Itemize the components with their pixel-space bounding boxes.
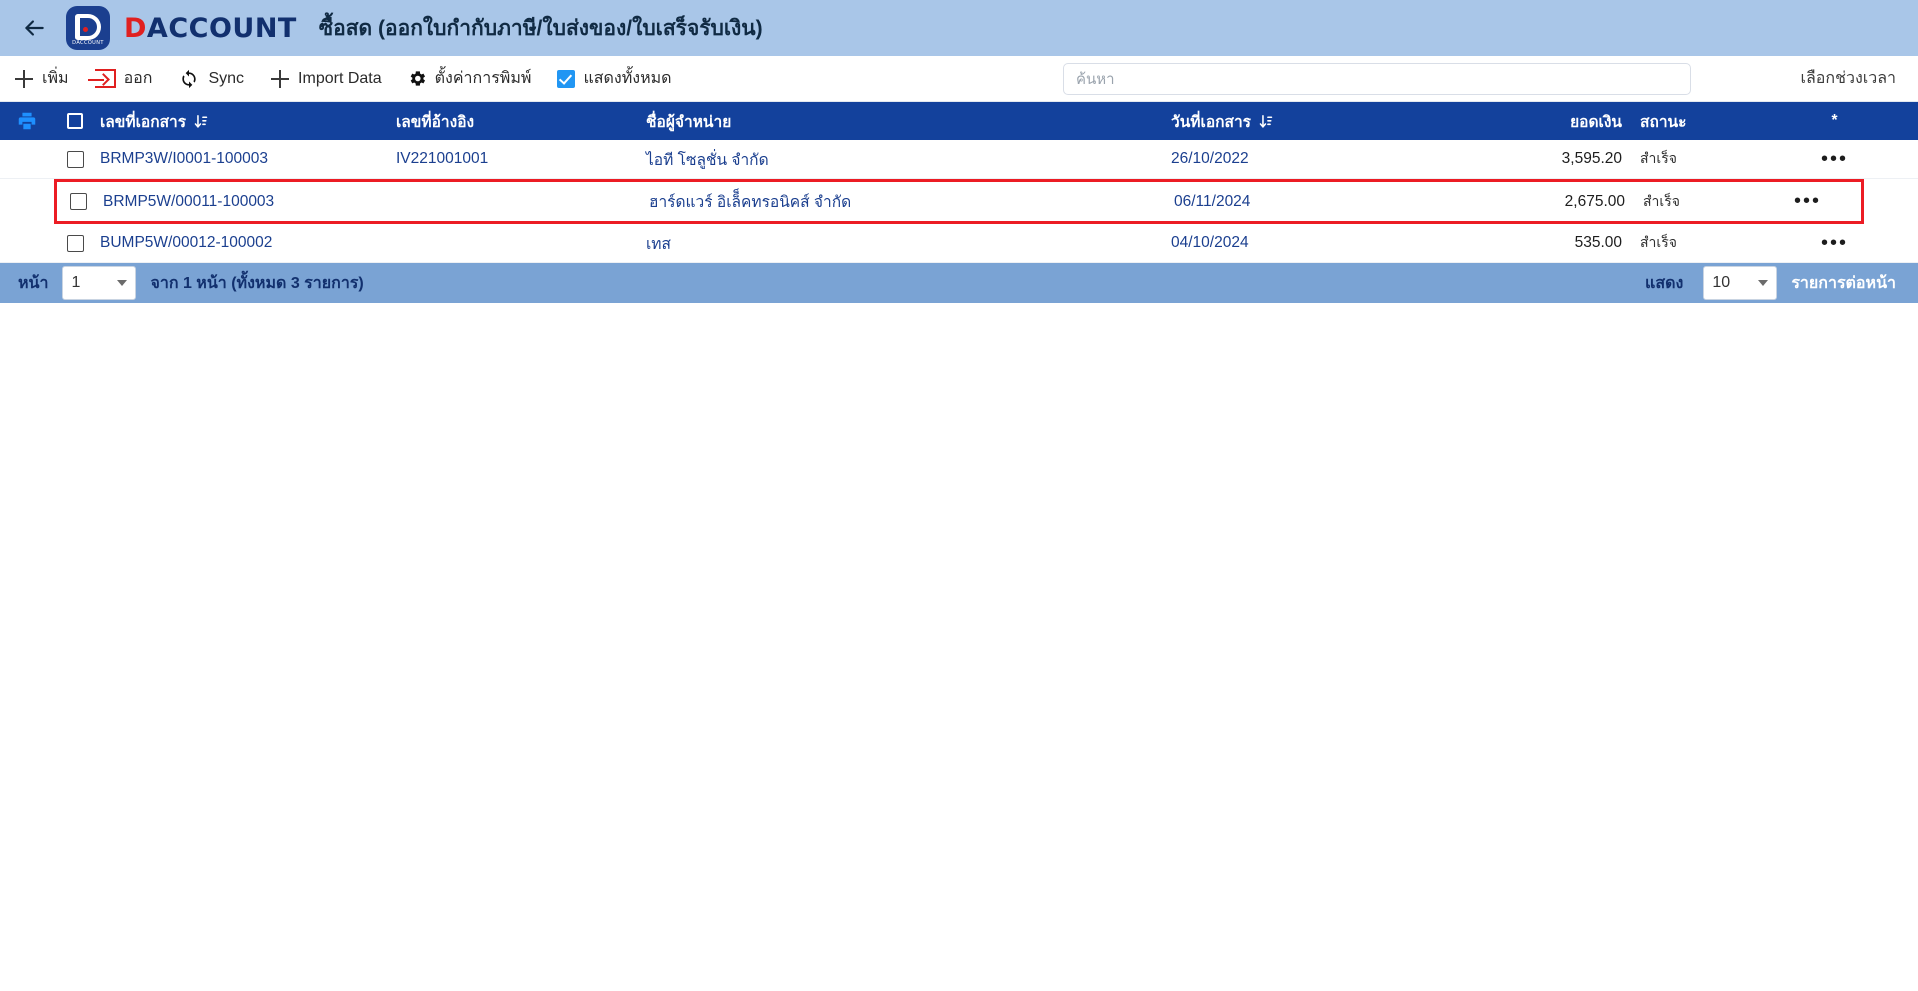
row-vendor: ฮาร์ดแวร์ อิเล็็คทรอนิคส์ จำกัด xyxy=(649,194,852,211)
export-button[interactable]: ออก xyxy=(87,66,153,91)
ref-no-column-header[interactable]: เลขที่อ้างอิง xyxy=(396,109,646,134)
row-status: สำเร็จ xyxy=(1640,150,1677,166)
pagination-bar: หน้า 1 จาก 1 หน้า (ทั้งหมด 3 รายการ) แสด… xyxy=(0,263,1918,303)
select-all-header[interactable] xyxy=(54,113,96,129)
more-options-icon: ••• xyxy=(1820,147,1848,170)
checkbox-checked-icon xyxy=(557,69,576,88)
table-row[interactable]: BUMP5W/00012-100002 เทส 04/10/2024 535.0… xyxy=(0,224,1918,263)
row-doc-no[interactable]: BRMP5W/00011-100003 xyxy=(99,193,399,211)
search-field-wrapper xyxy=(1063,63,1691,95)
row-actions-button[interactable]: ••• xyxy=(1754,191,1861,212)
row-select-cell[interactable] xyxy=(57,193,99,210)
import-data-button[interactable]: Import Data xyxy=(270,69,382,89)
print-column-header[interactable] xyxy=(0,110,54,132)
vendor-column-header[interactable]: ชื่อผู้จำหน่าย xyxy=(646,109,1171,134)
add-button[interactable]: เพิ่ม xyxy=(14,66,69,91)
more-options-icon: ••• xyxy=(1793,190,1821,212)
page-title: ซื้อสด (ออกใบกำกับภาษี/ใบส่งของ/ใบเสร็จร… xyxy=(318,16,763,40)
table-row[interactable]: BRMP3W/I0001-100003 IV221001001 ไอที โซล… xyxy=(0,140,1918,179)
row-checkbox[interactable] xyxy=(69,193,87,210)
rows-per-page-select[interactable]: 10 xyxy=(1703,266,1778,300)
doc-no-column-header[interactable]: เลขที่เอกสาร xyxy=(96,109,396,134)
brand-initial: D xyxy=(124,12,147,44)
print-settings-button[interactable]: ตั้งค่าการพิมพ์ xyxy=(408,66,532,91)
action-column-header: * xyxy=(1831,112,1838,129)
import-data-label: Import Data xyxy=(298,69,382,87)
export-button-label: ออก xyxy=(123,70,153,87)
table-header-row: เลขที่เอกสาร เลขที่อ้างอิง ชื่อผู้จำหน่า… xyxy=(0,102,1918,140)
show-all-checkbox[interactable]: แสดงทั้งหมด xyxy=(557,66,672,91)
sort-descending-icon xyxy=(1258,113,1275,130)
amount-column-header[interactable]: ยอดเงิน xyxy=(1436,109,1626,134)
plus-icon xyxy=(14,69,34,89)
logo-subtext: DACCOUNT xyxy=(72,40,104,46)
row-vendor: ไอที โซลูชั่น จำกัด xyxy=(646,151,769,169)
doc-date-header-label: วันที่เอกสาร xyxy=(1171,113,1251,131)
print-settings-label: ตั้งค่าการพิมพ์ xyxy=(434,70,532,87)
row-amount: 2,675.00 xyxy=(1564,192,1625,210)
row-doc-no[interactable]: BUMP5W/00012-100002 xyxy=(96,234,396,252)
show-all-label: แสดงทั้งหมด xyxy=(583,70,672,87)
gear-icon xyxy=(408,69,427,88)
row-doc-date: 06/11/2024 xyxy=(1174,192,1251,210)
row-select-cell[interactable] xyxy=(54,234,96,252)
row-amount: 3,595.20 xyxy=(1561,150,1622,167)
toolbar: เพิ่ม ออก Sync Import Data ตั้งค่าการพิม… xyxy=(0,56,1918,102)
app-header: DACCOUNT D ACCOUNT ซื้อสด (ออกใบกำกับภาษี… xyxy=(0,0,1918,56)
select-all-checkbox[interactable] xyxy=(67,113,83,129)
row-highlight-outline: BRMP5W/00011-100003 ฮาร์ดแวร์ อิเล็็คทรอ… xyxy=(54,179,1864,224)
pagination-summary: จาก 1 หน้า (ทั้งหมด 3 รายการ) xyxy=(150,274,364,292)
sync-button[interactable]: Sync xyxy=(178,69,244,89)
row-status: สำเร็จ xyxy=(1640,234,1677,250)
export-icon xyxy=(87,69,116,88)
more-options-icon: ••• xyxy=(1820,231,1848,254)
row-doc-date: 26/10/2022 xyxy=(1171,150,1249,167)
chevron-down-icon xyxy=(1758,280,1769,286)
plus-icon xyxy=(270,69,290,89)
status-column-header[interactable]: สถานะ xyxy=(1626,109,1751,134)
sync-button-label: Sync xyxy=(208,69,245,87)
row-doc-date: 04/10/2024 xyxy=(1171,234,1249,251)
logo-d-icon xyxy=(75,13,101,40)
app-logo[interactable]: DACCOUNT xyxy=(66,6,110,50)
rows-per-page-value: 10 xyxy=(1712,274,1731,291)
sort-descending-icon xyxy=(193,113,210,130)
show-label: แสดง xyxy=(1645,274,1684,292)
sync-icon xyxy=(178,69,200,89)
back-arrow-icon xyxy=(25,20,44,36)
row-status: สำเร็จ xyxy=(1643,192,1680,209)
logo-dot-icon xyxy=(83,26,88,32)
row-actions-button[interactable]: ••• xyxy=(1751,233,1918,254)
row-checkbox[interactable] xyxy=(66,234,84,252)
documents-table: เลขที่เอกสาร เลขที่อ้างอิง ชื่อผู้จำหน่า… xyxy=(0,102,1918,263)
search-input[interactable] xyxy=(1063,63,1691,95)
date-range-button[interactable]: เลือกช่วงเวลา xyxy=(1801,66,1896,91)
row-doc-no[interactable]: BRMP3W/I0001-100003 xyxy=(96,150,396,168)
page-label: หน้า xyxy=(18,274,49,292)
rows-per-page-label: รายการต่อหน้า xyxy=(1791,274,1896,292)
row-checkbox[interactable] xyxy=(66,150,84,168)
row-vendor: เทส xyxy=(646,235,671,253)
page-number-value: 1 xyxy=(71,274,81,291)
doc-date-column-header[interactable]: วันที่เอกสาร xyxy=(1171,109,1436,134)
row-actions-button[interactable]: ••• xyxy=(1751,149,1918,170)
row-ref-no: IV221001001 xyxy=(396,150,489,167)
rows-per-page-group: แสดง 10 รายการต่อหน้า xyxy=(1645,266,1896,300)
printer-icon xyxy=(18,112,36,130)
back-button[interactable] xyxy=(14,8,54,48)
doc-no-header-label: เลขที่เอกสาร xyxy=(100,113,187,131)
chevron-down-icon xyxy=(117,280,128,286)
row-amount: 535.00 xyxy=(1574,234,1622,251)
table-row[interactable]: BRMP5W/00011-100003 ฮาร์ดแวร์ อิเล็็คทรอ… xyxy=(57,182,1861,221)
brand-wordmark: D ACCOUNT xyxy=(124,13,297,44)
add-button-label: เพิ่ม xyxy=(42,70,69,87)
brand-name: ACCOUNT xyxy=(146,12,297,44)
row-select-cell[interactable] xyxy=(54,150,96,168)
page-number-select[interactable]: 1 xyxy=(62,266,137,300)
